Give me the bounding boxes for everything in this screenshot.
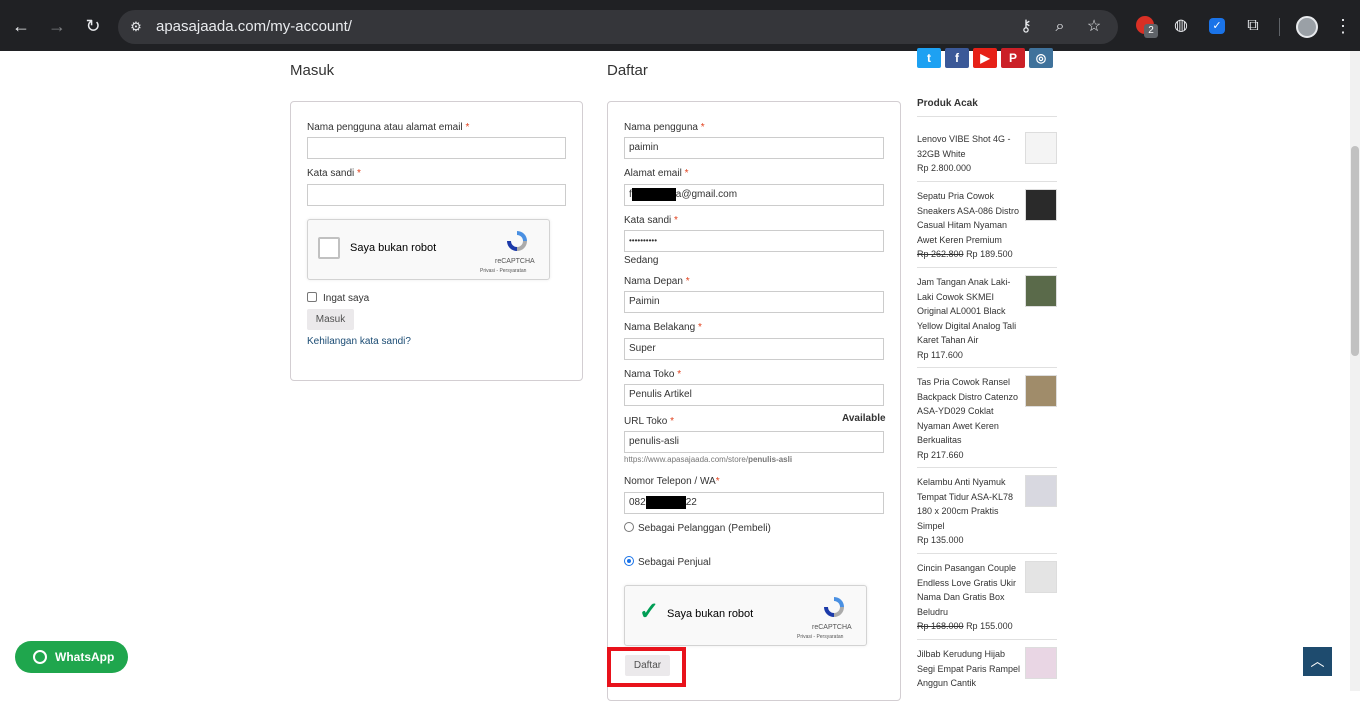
- login-title: Masuk: [290, 62, 335, 79]
- reg-username-input[interactable]: paimin: [624, 137, 884, 159]
- reg-email-label: Alamat email *: [624, 168, 689, 179]
- redacted-block: [645, 495, 686, 509]
- page-scrollbar[interactable]: [1350, 51, 1360, 691]
- product-item[interactable]: Jilbab Kerudung Hijab Segi Empat Paris R…: [917, 647, 1057, 691]
- recaptcha-terms[interactable]: Privasi - Persyaratan: [480, 268, 526, 274]
- register-recaptcha: ✓ Saya bukan robot reCAPTCHA Privasi - P…: [624, 585, 867, 646]
- sidebar-divider: [917, 267, 1057, 268]
- whatsapp-icon: [33, 650, 47, 664]
- role-customer-label: Sebagai Pelanggan (Pembeli): [638, 523, 771, 534]
- role-vendor-label: Sebagai Penjual: [638, 557, 711, 568]
- product-thumbnail[interactable]: [1025, 475, 1057, 507]
- reg-username-label: Nama pengguna *: [624, 122, 705, 133]
- recaptcha-label: Saya bukan robot: [667, 608, 754, 620]
- product-item[interactable]: Cincin Pasangan Couple Endless Love Grat…: [917, 561, 1057, 633]
- phone-label: Nomor Telepon / WA*: [624, 476, 720, 487]
- product-item[interactable]: Sepatu Pria Cowok Sneakers ASA-086 Distr…: [917, 189, 1057, 261]
- sidebar-divider: [917, 639, 1057, 640]
- login-password-input[interactable]: [307, 184, 566, 206]
- login-username-input[interactable]: [307, 137, 566, 159]
- sidebar-divider: [917, 467, 1057, 468]
- password-strength: Sedang: [624, 255, 659, 266]
- redacted-block: [631, 187, 676, 201]
- login-recaptcha: Saya bukan robot reCAPTCHA Privasi - Per…: [307, 219, 550, 280]
- remember-label: Ingat saya: [323, 293, 370, 304]
- product-item[interactable]: Tas Pria Cowok Ransel Backpack Distro Ca…: [917, 375, 1057, 462]
- reg-password-input[interactable]: ••••••••••: [624, 230, 884, 252]
- product-thumbnail[interactable]: [1025, 132, 1057, 164]
- shop-url-status: Available: [842, 413, 886, 424]
- recaptcha-brand: reCAPTCHA: [495, 258, 535, 265]
- recaptcha-logo-icon: [507, 231, 527, 251]
- sidebar-divider: [917, 181, 1057, 182]
- product-thumbnail[interactable]: [1025, 375, 1057, 407]
- shop-url-input[interactable]: penulis-asli: [624, 431, 884, 453]
- shop-name-label: Nama Toko *: [624, 369, 682, 380]
- pinterest-icon[interactable]: P: [1001, 48, 1025, 68]
- facebook-icon[interactable]: f: [945, 48, 969, 68]
- lost-password-link[interactable]: Kehilangan kata sandi?: [307, 336, 411, 347]
- instagram-icon[interactable]: ◎: [1029, 48, 1053, 68]
- shop-url-label: URL Toko *: [624, 416, 675, 427]
- first-name-label: Nama Depan *: [624, 276, 690, 287]
- whatsapp-button[interactable]: WhatsApp: [15, 641, 128, 673]
- phone-input[interactable]: 082 22: [624, 492, 884, 514]
- product-thumbnail[interactable]: [1025, 647, 1057, 679]
- role-customer-radio[interactable]: [624, 522, 634, 532]
- shop-name-input[interactable]: Penulis Artikel: [624, 384, 884, 406]
- recaptcha-terms[interactable]: Privasi - Persyaratan: [797, 634, 843, 640]
- recaptcha-logo-icon: [824, 597, 844, 617]
- back-to-top-button[interactable]: ︿: [1303, 647, 1332, 676]
- remember-checkbox[interactable]: [307, 292, 317, 302]
- first-name-input[interactable]: Paimin: [624, 291, 884, 313]
- reg-email-input[interactable]: f a@gmail.com: [624, 184, 884, 206]
- sidebar-divider: [917, 116, 1057, 117]
- login-password-label: Kata sandi *: [307, 168, 361, 179]
- product-thumbnail[interactable]: [1025, 189, 1057, 221]
- scrollbar-thumb[interactable]: [1351, 146, 1359, 356]
- product-thumbnail[interactable]: [1025, 561, 1057, 593]
- recaptcha-brand: reCAPTCHA: [812, 624, 852, 631]
- recaptcha-label: Saya bukan robot: [350, 242, 437, 254]
- product-item[interactable]: Jam Tangan Anak Laki-Laki Cowok SKMEI Or…: [917, 275, 1057, 362]
- chevron-up-icon: ︿: [1310, 653, 1325, 669]
- register-title: Daftar: [607, 62, 648, 79]
- login-username-label: Nama pengguna atau alamat email *: [307, 122, 470, 133]
- shop-url-hint: https://www.apasajaada.com/store/penulis…: [624, 455, 793, 464]
- random-products-title: Produk Acak: [917, 98, 978, 109]
- reg-password-label: Kata sandi *: [624, 215, 678, 226]
- product-item[interactable]: Lenovo VIBE Shot 4G - 32GB White Rp 2.80…: [917, 132, 1057, 175]
- product-thumbnail[interactable]: [1025, 275, 1057, 307]
- register-button[interactable]: Daftar: [625, 655, 670, 676]
- sidebar-divider: [917, 367, 1057, 368]
- product-item[interactable]: Kelambu Anti Nyamuk Tempat Tidur ASA-KL7…: [917, 475, 1057, 547]
- role-vendor-radio[interactable]: [624, 556, 634, 566]
- twitter-icon[interactable]: t: [917, 48, 941, 68]
- recaptcha-checkbox[interactable]: [318, 237, 340, 259]
- last-name-input[interactable]: Super: [624, 338, 884, 360]
- youtube-icon[interactable]: ▶: [973, 48, 997, 68]
- sidebar-divider: [917, 553, 1057, 554]
- recaptcha-checked-icon[interactable]: ✓: [639, 600, 659, 624]
- login-button[interactable]: Masuk: [307, 309, 354, 330]
- social-links: t f ▶ P ◎: [917, 48, 1057, 72]
- last-name-label: Nama Belakang *: [624, 322, 702, 333]
